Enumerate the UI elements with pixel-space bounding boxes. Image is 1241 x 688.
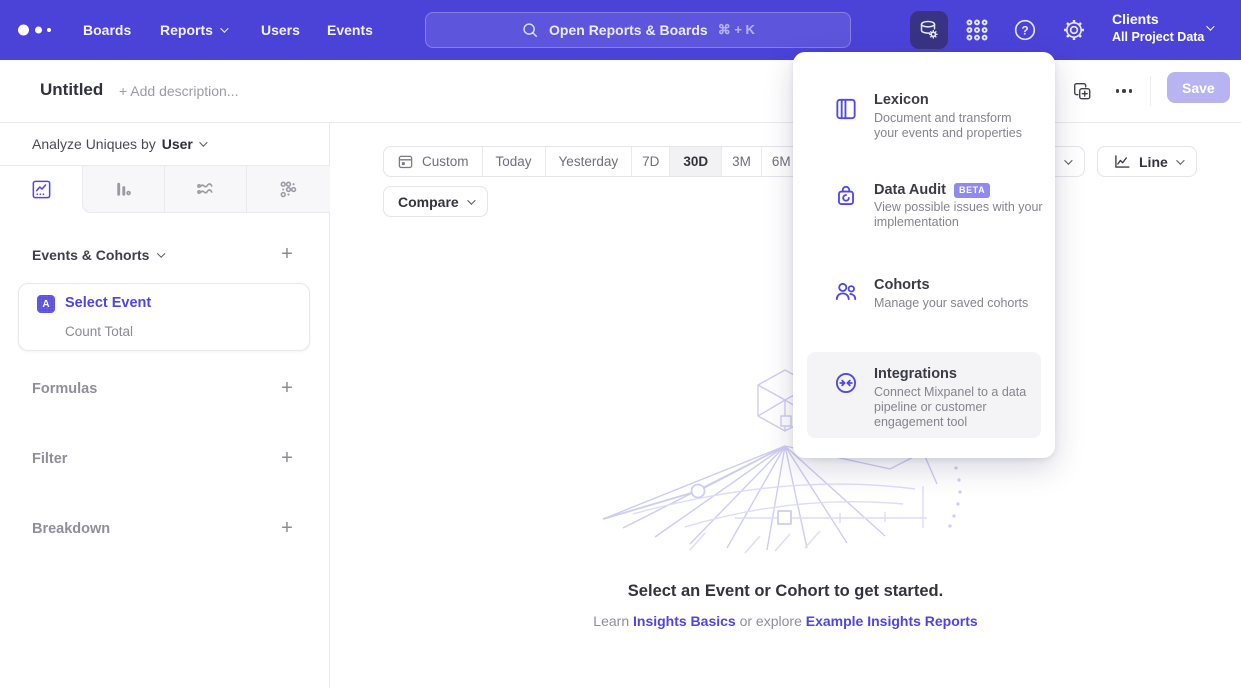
org-name: Clients [1112,10,1204,29]
chevron-down-icon [1206,22,1214,30]
data-management-menu: Lexicon Document and transform your even… [793,52,1055,458]
settings-button[interactable] [1059,15,1089,45]
flows-icon [194,178,217,201]
more-options-button[interactable] [1112,79,1136,103]
filter-section-label: Filter [32,451,67,467]
chart-type-tabs-inactive [82,166,330,213]
line-chart-icon [1112,152,1131,171]
chart-type-tabs [0,165,330,212]
duplicate-button[interactable] [1070,79,1094,103]
menu-item-description: Manage your saved cohorts [874,296,1074,311]
chart-style-dropdown[interactable]: Line [1097,146,1197,177]
date-range-control: Custom Today Yesterday 7D 30D 3M 6M [383,146,802,177]
bar-chart-icon [112,178,135,201]
date-range-30d-selected[interactable]: 30D [669,147,721,176]
add-filter-button[interactable]: + [276,447,298,469]
analyze-by-dropdown[interactable]: User [162,136,205,152]
retention-dots-icon [277,178,300,201]
chevron-down-icon [1176,156,1184,164]
gear-icon [1061,17,1087,43]
help-icon: ? [1012,17,1038,43]
project-name: All Project Data [1112,29,1204,45]
top-nav: Boards Reports Users Events Open Reports… [0,0,1241,60]
compare-button[interactable]: Compare [383,186,488,217]
mixpanel-insights-app: Boards Reports Users Events Open Reports… [0,0,1241,688]
nav-item-boards[interactable]: Boards [83,0,131,60]
menu-item-description: Document and transform your events and p… [874,111,1036,141]
empty-state-links: Learn Insights Basics or explore Example… [330,613,1241,629]
tab-insights-active[interactable] [0,166,82,213]
header-divider [1150,76,1151,106]
help-button[interactable]: ? [1010,15,1040,45]
date-range-3m[interactable]: 3M [721,147,761,176]
nav-item-users[interactable]: Users [261,0,300,60]
add-formula-button[interactable]: + [276,377,298,399]
search-placeholder: Open Reports & Boards [549,22,708,38]
calendar-icon [397,153,414,170]
date-range-custom[interactable]: Custom [384,147,482,176]
tab-bar-chart[interactable] [83,166,165,213]
insights-line-chart-icon [30,178,53,201]
formulas-section-label: Formulas [32,381,97,397]
date-range-yesterday[interactable]: Yesterday [545,147,632,176]
empty-state-title: Select an Event or Cohort to get started… [330,582,1241,601]
svg-text:?: ? [1021,23,1028,37]
events-cohorts-header[interactable]: Events & Cohorts [32,247,163,263]
apps-grid-button[interactable] [962,15,992,45]
tab-retention[interactable] [247,166,329,213]
menu-item-description: View possible issues with your implement… [874,200,1060,230]
search-shortcut: ⌘ + K [718,22,755,38]
example-insights-reports-link[interactable]: Example Insights Reports [806,613,978,629]
save-button[interactable]: Save [1167,72,1230,103]
date-range-today[interactable]: Today [482,147,545,176]
chevron-down-icon [158,250,166,258]
tab-flows[interactable] [165,166,247,213]
breakdown-section-label: Breakdown [32,521,110,537]
event-metric[interactable]: Count Total [65,324,133,339]
menu-item-title: Data Audit BETA [874,182,990,198]
chevron-down-icon [220,24,228,32]
chevron-down-icon [199,138,207,146]
select-event-label: Select Event [65,295,151,311]
nav-item-events[interactable]: Events [327,0,373,60]
cohorts-users-icon [833,278,859,304]
menu-item-title: Lexicon [874,92,929,108]
add-description-button[interactable]: + Add description... [119,83,238,99]
analyze-by-row: Analyze Uniques by User [32,136,205,152]
chevron-down-icon [1064,156,1072,164]
date-range-7d[interactable]: 7D [631,147,669,176]
data-management-button[interactable] [910,11,948,49]
event-card[interactable]: A Select Event Count Total [18,283,310,351]
add-event-button[interactable]: + [276,243,298,265]
menu-item-title: Integrations [874,366,957,382]
beta-badge: BETA [954,183,990,198]
duplicate-icon [1072,81,1092,101]
menu-item-description: Connect Mixpanel to a data pipeline or c… [874,385,1038,430]
apps-grid-icon [964,17,990,43]
global-search-input[interactable]: Open Reports & Boards ⌘ + K [425,12,851,48]
menu-item-title: Cohorts [874,277,930,293]
query-builder-sidebar: Analyze Uniques by User [0,123,330,688]
analyze-by-label: Analyze Uniques by [32,136,156,152]
report-title[interactable]: Untitled [40,80,103,100]
data-audit-icon [833,184,859,210]
ellipsis-icon [1116,89,1133,93]
lexicon-icon [833,96,859,122]
insights-basics-link[interactable]: Insights Basics [633,613,736,629]
series-badge: A [37,295,55,313]
nav-item-reports[interactable]: Reports [160,0,226,60]
database-gear-icon [917,18,941,42]
chevron-down-icon [467,196,475,204]
add-breakdown-button[interactable]: + [276,517,298,539]
mixpanel-logo[interactable] [18,22,64,38]
integrations-sync-icon [833,370,859,396]
project-switcher[interactable]: Clients All Project Data [1112,10,1204,45]
search-icon [521,21,539,39]
